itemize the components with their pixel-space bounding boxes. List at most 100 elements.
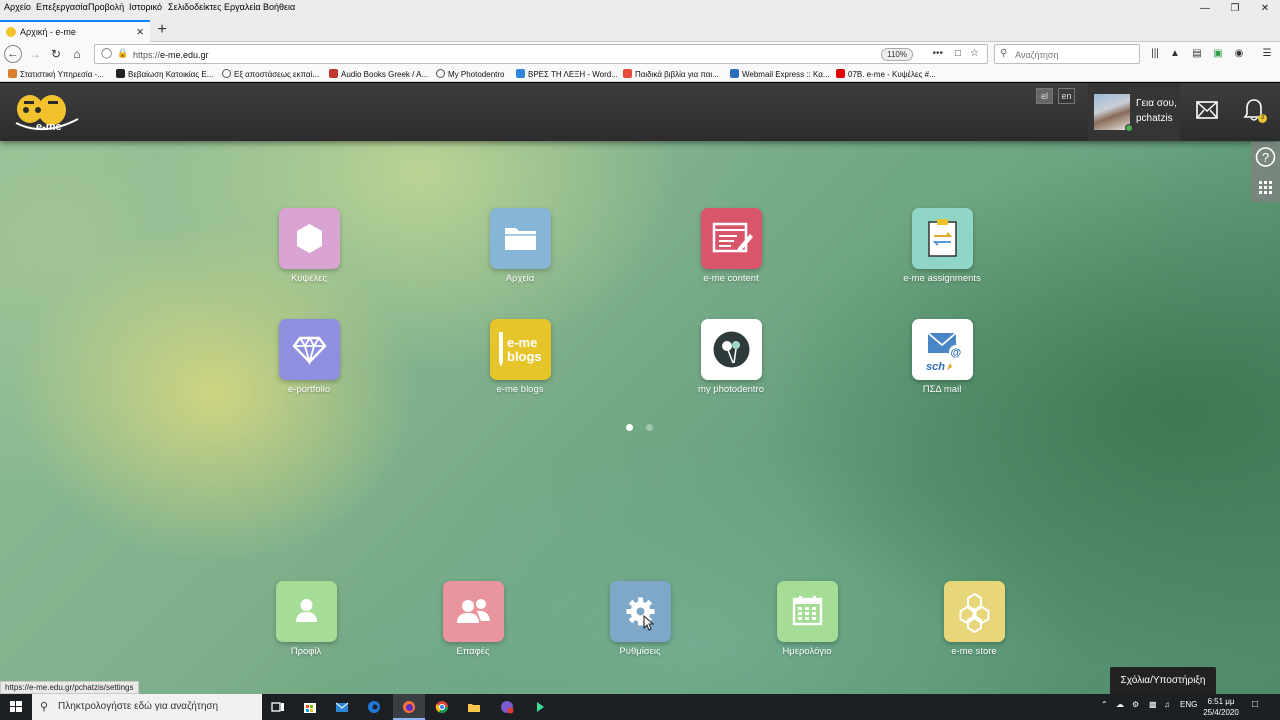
bookmark-favicon-icon	[516, 69, 525, 78]
hamburger-menu-icon[interactable]: ☰	[1260, 47, 1274, 61]
app-photodentro[interactable]: my photodentro	[681, 319, 781, 395]
windows-start-icon[interactable]	[0, 694, 32, 720]
dock-contacts[interactable]: Επαφές	[423, 581, 523, 657]
dock-store-tile[interactable]	[943, 581, 1005, 642]
app-content-tile[interactable]	[700, 208, 762, 269]
menu-bookmarks[interactable]: Σελιδοδείκτες	[168, 2, 222, 12]
bookmark-star-icon[interactable]: ☆	[970, 48, 979, 59]
system-clock[interactable]: 6:51 μμ 25/4/2020	[1198, 696, 1244, 718]
dock-calendar[interactable]: Ημερολόγιο	[757, 581, 857, 657]
search-input[interactable]: ⚲ Αναζήτηση	[994, 44, 1140, 64]
menu-edit[interactable]: Επεξεργασία	[36, 2, 88, 12]
dock-store[interactable]: e-me store	[924, 581, 1024, 657]
app-hives-tile[interactable]	[278, 208, 340, 269]
app-blogs-tile[interactable]: e-me blogs	[489, 319, 551, 380]
app-blogs[interactable]: e-me blogs e-me blogs	[470, 319, 570, 395]
dock-profile[interactable]: Προφίλ	[256, 581, 356, 657]
app-files[interactable]: Αρχεία	[470, 208, 570, 284]
close-tab-icon[interactable]: ×	[136, 24, 144, 39]
search-icon: ⚲	[1000, 48, 1008, 59]
lang-en-button[interactable]: en	[1058, 88, 1075, 104]
support-button[interactable]: Σχόλια/Υποστήριξη	[1110, 667, 1216, 694]
zoom-level[interactable]: 110%	[881, 48, 913, 61]
apps-grid-button[interactable]	[1251, 172, 1280, 202]
app-photodentro-tile[interactable]	[700, 319, 762, 380]
app-assignments-tile[interactable]	[911, 208, 973, 269]
task-view-icon[interactable]	[262, 694, 294, 720]
bookmark-item[interactable]: Audio Books Greek / A...	[329, 69, 428, 79]
e-me-logo[interactable]: e-me	[8, 89, 82, 137]
mail-app-icon[interactable]	[326, 694, 358, 720]
home-icon[interactable]: ⌂	[68, 45, 86, 63]
app-portfolio-tile[interactable]	[278, 319, 340, 380]
edge-icon[interactable]	[358, 694, 390, 720]
app-assignments[interactable]: e-me assignments	[892, 208, 992, 284]
viber-icon[interactable]	[491, 694, 523, 720]
onedrive-icon[interactable]: ☁	[1116, 700, 1124, 709]
pager-dot[interactable]	[646, 424, 653, 431]
bookmark-item[interactable]: My Photodentro	[436, 69, 504, 79]
network-icon[interactable]: ▩	[1149, 700, 1157, 709]
forward-arrow-icon[interactable]: →	[26, 45, 44, 63]
hexagon-icon	[296, 224, 322, 253]
library-icon[interactable]: |||	[1148, 47, 1162, 61]
content-editor-icon	[712, 222, 753, 253]
taskbar-search-input[interactable]: ⚲ Πληκτρολογήστε εδώ για αναζήτηση	[32, 694, 262, 720]
back-arrow-icon[interactable]: ←	[4, 45, 22, 63]
lock-icon[interactable]: 🔒	[117, 48, 128, 59]
blogs-icon: e-me blogs	[498, 332, 541, 367]
page-actions-icon[interactable]: •••	[932, 48, 943, 59]
volume-icon[interactable]: ♫	[1164, 700, 1170, 709]
dock-calendar-tile[interactable]	[776, 581, 838, 642]
firefox-icon[interactable]	[393, 694, 425, 720]
user-menu[interactable]: Γεια σου, pchatzis	[1088, 83, 1180, 141]
mail-icon[interactable]	[1196, 101, 1218, 119]
menu-help[interactable]: Βοήθεια	[263, 2, 295, 12]
bookmark-item[interactable]: Εξ αποστάσεως εκπαί...	[222, 69, 319, 79]
bookmark-item[interactable]: Βεβαίωση Κατοικίας Ε...	[116, 69, 213, 79]
app-files-tile[interactable]	[489, 208, 551, 269]
input-language[interactable]: ENG	[1180, 700, 1197, 709]
bookmark-item[interactable]: Παιδικά βιβλία για παι...	[623, 69, 719, 79]
lang-el-button[interactable]: el	[1036, 88, 1053, 104]
help-button[interactable]: ?	[1251, 142, 1280, 172]
reload-icon[interactable]: ↻	[47, 45, 65, 63]
tab-home[interactable]: Αρχική - e-me ×	[0, 20, 150, 42]
app-portfolio[interactable]: e-portfolio	[259, 319, 359, 395]
app-hives[interactable]: Κυψέλες	[259, 208, 359, 284]
honeycomb-icon	[959, 592, 989, 634]
account-icon[interactable]: ◉	[1232, 47, 1246, 61]
app-sch-mail-tile[interactable]: @ sch	[911, 319, 973, 380]
app-content[interactable]: e-me content	[681, 208, 781, 284]
pocket-icon[interactable]: □	[955, 48, 961, 59]
bookmark-item[interactable]: Στατιστική Υπηρεσία -...	[8, 69, 104, 79]
chrome-icon[interactable]	[426, 694, 458, 720]
tracking-shield-icon[interactable]: ◯	[101, 48, 112, 59]
extension-green-icon[interactable]: ▣	[1211, 47, 1225, 61]
app-pinned-icon[interactable]	[524, 694, 556, 720]
bookmark-item[interactable]: Webmail Express :: Κα...	[730, 69, 830, 79]
dock-settings[interactable]: Ρυθμίσεις	[590, 581, 690, 657]
dock-settings-tile[interactable]	[609, 581, 671, 642]
dock-profile-tile[interactable]	[275, 581, 337, 642]
url-bar[interactable]: ◯ 🔒 https://e-me.edu.gr 110% ••• □ ☆	[94, 44, 988, 64]
menu-tools[interactable]: Εργαλεία	[224, 2, 261, 12]
menu-view[interactable]: Προβολή	[88, 2, 124, 12]
file-explorer-icon[interactable]	[458, 694, 490, 720]
extension-shield-icon[interactable]: ▲	[1168, 47, 1182, 61]
dock-contacts-tile[interactable]	[442, 581, 504, 642]
bookmark-item[interactable]: 07Β. e-me - Κυψέλες #...	[836, 69, 936, 79]
tray-app-icon[interactable]: ⚙	[1132, 700, 1139, 709]
dock-label: Ημερολόγιο	[782, 646, 832, 657]
gear-icon	[626, 597, 654, 631]
store-icon[interactable]	[294, 694, 326, 720]
pager-dot-active[interactable]	[626, 424, 633, 431]
bookmark-item[interactable]: ΒΡΕΣ ΤΗ ΛΕΞΗ - Word...	[516, 69, 618, 79]
sidebar-icon[interactable]: ▤	[1190, 47, 1204, 61]
notifications-icon[interactable]: □	[1252, 699, 1258, 710]
menu-history[interactable]: Ιστορικό	[129, 2, 162, 12]
tray-chevron-icon[interactable]: ⌃	[1101, 700, 1108, 709]
app-sch-mail[interactable]: @ sch ΠΣΔ mail	[892, 319, 992, 395]
new-tab-icon[interactable]: +	[152, 20, 172, 40]
menu-file[interactable]: Αρχείο	[4, 2, 31, 12]
